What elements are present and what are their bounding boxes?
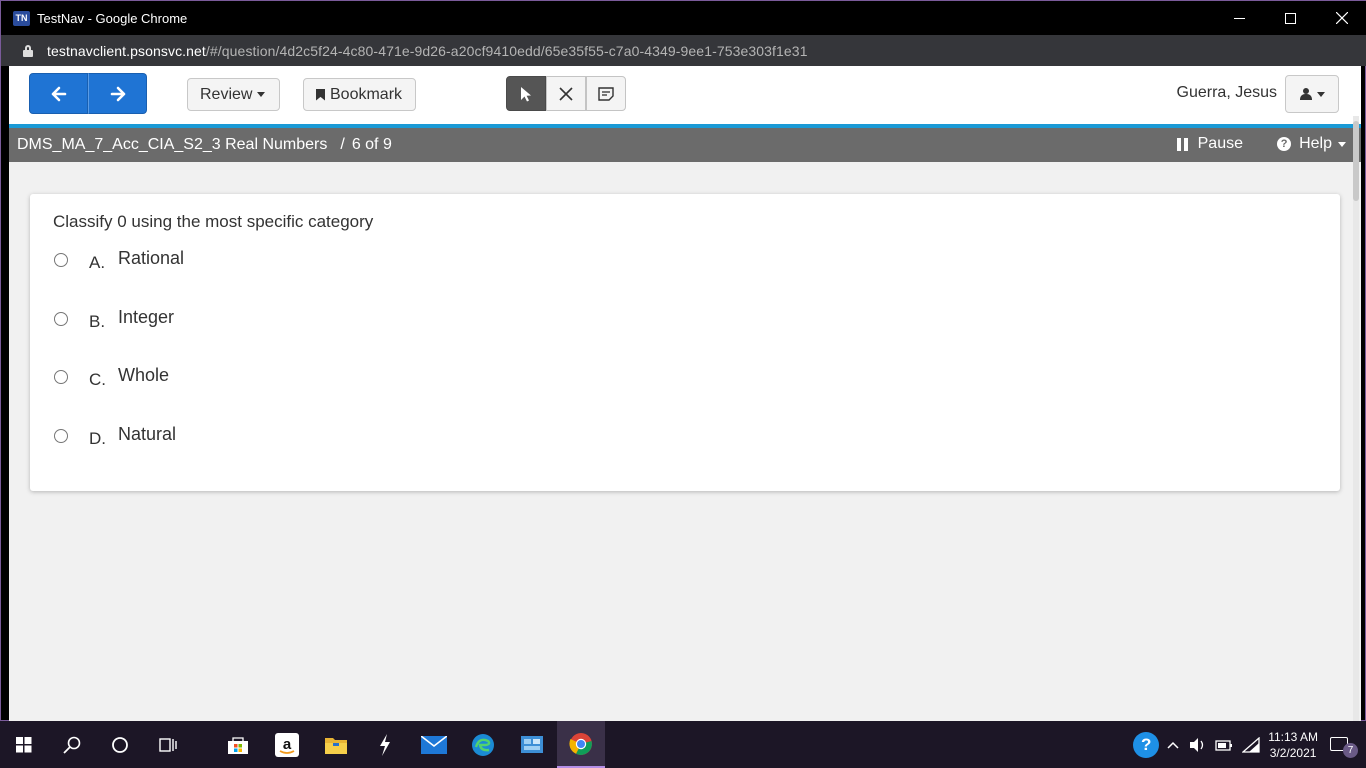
windows-start-icon[interactable] <box>0 721 48 768</box>
answer-option-c[interactable]: C. Whole <box>54 365 169 389</box>
chevron-down-icon <box>257 92 266 97</box>
question-card: Classify 0 using the most specific categ… <box>30 194 1340 491</box>
pause-label: Pause <box>1197 135 1243 152</box>
control-panel-icon[interactable] <box>508 721 556 768</box>
help-label: Help <box>1299 135 1332 152</box>
notepad-icon <box>598 86 614 101</box>
pause-icon <box>1176 137 1189 151</box>
volume-icon[interactable] <box>1189 737 1207 753</box>
notification-count: 7 <box>1343 742 1358 758</box>
address-bar[interactable]: testnavclient.psonsvc.net/#/question/4d2… <box>1 35 1366 66</box>
clock-date: 3/2/2021 <box>1269 745 1317 760</box>
url-text[interactable]: testnavclient.psonsvc.net/#/question/4d2… <box>47 43 808 59</box>
chevron-up-icon[interactable] <box>1167 741 1179 749</box>
window-title: TestNav - Google Chrome <box>37 10 188 26</box>
chevron-down-icon <box>1316 91 1325 97</box>
testnav-app: Review Bookmark Guerra, Jesus DMS_MA_7_A… <box>9 66 1361 721</box>
test-name: DMS_MA_7_Acc_CIA_S2_3 Real Numbers <box>17 136 328 153</box>
scrollbar-thumb[interactable] <box>1353 121 1359 201</box>
chrome-icon[interactable] <box>557 721 605 768</box>
microsoft-store-icon[interactable] <box>214 721 262 768</box>
maximize-icon[interactable] <box>1265 1 1316 35</box>
progress-separator: / <box>340 136 345 153</box>
question-prompt: Classify 0 using the most specific categ… <box>53 212 374 231</box>
option-letter: B. <box>89 312 106 331</box>
answer-option-b[interactable]: B. Integer <box>54 307 174 331</box>
svg-text:a: a <box>283 736 292 753</box>
testnav-logo-icon: TN <box>13 10 30 26</box>
bookmark-label: Bookmark <box>330 85 403 103</box>
clock-time: 11:13 AM <box>1268 729 1318 744</box>
task-view-icon[interactable] <box>144 721 192 768</box>
lock-icon <box>23 44 33 57</box>
cortana-icon[interactable] <box>96 721 144 768</box>
windows-taskbar: a ? 11:13 AM 3/2/2021 7 <box>0 721 1366 768</box>
test-toolbar: Review Bookmark Guerra, Jesus <box>9 66 1361 124</box>
review-button[interactable]: Review <box>187 78 280 111</box>
title-bar: TN TestNav - Google Chrome <box>1 1 1366 35</box>
option-text[interactable]: Integer <box>118 307 174 328</box>
user-name: Guerra, Jesus <box>1176 84 1277 101</box>
user-menu-button[interactable] <box>1285 75 1339 113</box>
next-button[interactable] <box>88 73 147 114</box>
previous-button[interactable] <box>29 73 88 114</box>
question-nav <box>29 73 147 114</box>
chevron-down-icon <box>1338 141 1346 147</box>
arrow-left-icon <box>51 86 66 101</box>
notification-icon[interactable]: 7 <box>1330 736 1358 758</box>
radio-button[interactable] <box>54 312 68 326</box>
option-text[interactable]: Whole <box>118 365 169 386</box>
amazon-icon[interactable]: a <box>263 721 311 768</box>
radio-button[interactable] <box>54 370 68 384</box>
option-text[interactable]: Rational <box>118 248 184 269</box>
help-button[interactable]: ? Help <box>1277 135 1346 153</box>
test-info-bar: DMS_MA_7_Acc_CIA_S2_3 Real Numbers / 6 o… <box>9 128 1361 162</box>
app-lightning-icon[interactable] <box>361 721 409 768</box>
answer-option-a[interactable]: A. Rational <box>54 248 184 272</box>
user-icon <box>1299 88 1312 100</box>
browser-window: TN TestNav - Google Chrome testnavclient… <box>0 0 1366 721</box>
battery-icon[interactable] <box>1215 738 1233 752</box>
x-icon <box>559 86 573 101</box>
cursor-icon <box>521 86 531 101</box>
edge-icon[interactable] <box>459 721 507 768</box>
search-icon[interactable] <box>48 721 96 768</box>
question-progress: 6 of 9 <box>351 136 392 153</box>
bookmark-button[interactable]: Bookmark <box>303 78 416 111</box>
scrollbar-track[interactable] <box>1353 116 1359 721</box>
option-letter: A. <box>89 253 106 272</box>
close-icon[interactable] <box>1316 1 1366 35</box>
question-circle-icon: ? <box>1277 137 1292 151</box>
pointer-tool-button[interactable] <box>506 76 546 111</box>
answer-tools <box>506 76 626 111</box>
answer-eliminator-button[interactable] <box>546 76 586 111</box>
notepad-button[interactable] <box>586 76 626 111</box>
arrow-right-icon <box>110 86 125 101</box>
minimize-icon[interactable] <box>1214 1 1265 35</box>
system-tray: ? 11:13 AM 3/2/2021 7 <box>1133 721 1366 768</box>
mail-icon[interactable] <box>410 721 458 768</box>
answer-option-d[interactable]: D. Natural <box>54 424 176 448</box>
option-letter: C. <box>89 370 106 389</box>
help-question-icon[interactable]: ? <box>1133 731 1160 758</box>
radio-button[interactable] <box>54 253 68 267</box>
radio-button[interactable] <box>54 429 68 443</box>
option-text[interactable]: Natural <box>118 424 176 445</box>
option-letter: D. <box>89 429 106 448</box>
system-clock[interactable]: 11:13 AM 3/2/2021 <box>1268 729 1318 761</box>
pause-button[interactable]: Pause <box>1176 135 1243 153</box>
bookmark-icon <box>316 88 325 101</box>
file-explorer-icon[interactable] <box>312 721 360 768</box>
wifi-icon[interactable] <box>1242 736 1260 753</box>
review-label: Review <box>200 85 253 103</box>
